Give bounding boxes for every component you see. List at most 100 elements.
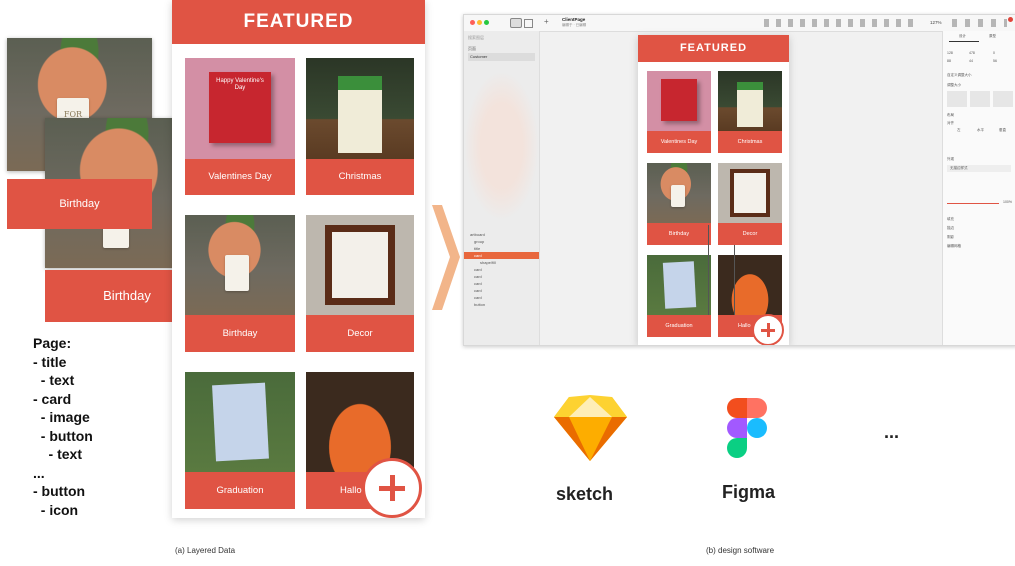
page-item[interactable]: Customer	[468, 53, 535, 61]
exploded-button: Birthday	[7, 179, 152, 229]
zoom-dot-icon[interactable]	[484, 20, 489, 25]
layer-row[interactable]: card	[464, 280, 539, 287]
tree-line: Page:	[33, 335, 72, 351]
card-image-graduation	[185, 372, 295, 472]
artboard-add-fab-icon	[752, 314, 784, 345]
add-icon[interactable]: +	[544, 17, 549, 26]
card-image-valentines: Happy Valentine's Day	[185, 58, 295, 159]
minimize-dot-icon[interactable]	[477, 20, 482, 25]
layer-row[interactable]: shape/fill	[464, 259, 539, 266]
document-title: ClientPage	[562, 17, 586, 22]
christmas-box-art	[737, 81, 763, 127]
layer-search-input[interactable]: 搜索图层	[468, 34, 535, 42]
layer-row[interactable]: artboard	[464, 231, 539, 238]
section-label: 调整大小	[947, 83, 961, 87]
card-button-decor: Decor	[306, 315, 414, 352]
tab-prototype[interactable]: 原型	[989, 34, 996, 39]
layer-row[interactable]: card	[464, 273, 539, 280]
card-button-valentines: Valentines Day	[185, 159, 295, 195]
section-label: 阴影	[947, 235, 954, 239]
zoom-level[interactable]: 127%	[930, 20, 942, 25]
christmas-box-art	[338, 76, 382, 153]
style-input[interactable]: 无描边样式	[947, 165, 1011, 172]
section-label: 描边	[947, 226, 954, 230]
layer-row[interactable]: button	[464, 301, 539, 308]
inspector-field[interactable]: 88	[947, 59, 951, 63]
featured-title-bar: FEATURED	[172, 0, 425, 44]
tab-design[interactable]: 设计	[959, 34, 966, 39]
tree-line: - text	[33, 446, 83, 462]
sketch-logo-icon	[554, 395, 627, 461]
graduation-card-art	[211, 382, 269, 462]
inspector-field[interactable]: 44	[969, 59, 973, 63]
artboard-card-button: Valentines Day	[647, 131, 711, 153]
section-label: 编辑网格	[947, 244, 961, 248]
layer-row[interactable]: card	[464, 266, 539, 273]
caption-a: (a) Layered Data	[175, 546, 236, 555]
toolbar-icons	[764, 19, 919, 27]
tree-line: - icon	[33, 501, 79, 518]
layer-row[interactable]: title	[464, 245, 539, 252]
layer-tree: Page: - title - text - card - image - bu…	[33, 334, 93, 519]
selection-guide	[734, 245, 735, 315]
close-dot-icon[interactable]	[470, 20, 475, 25]
card-image-christmas	[306, 58, 414, 159]
blurred-preview	[464, 71, 539, 221]
card-image-birthday	[185, 215, 295, 315]
layer-row-selected[interactable]: card	[464, 252, 539, 259]
layer-row[interactable]: group	[464, 238, 539, 245]
artboard-card-image	[647, 255, 711, 315]
pages-label: 页面	[468, 46, 476, 51]
artboard-card-button: Decor	[718, 223, 782, 245]
sketch-label: sketch	[556, 484, 614, 504]
tree-line: - button	[33, 427, 93, 444]
figma-logo-icon	[727, 398, 767, 458]
layers-panel: 搜索图层 页面 Customer artboard group title ca…	[464, 31, 540, 345]
canvas-artboard: FEATURED Valentines Day Christmas Birthd…	[638, 35, 789, 345]
align-option[interactable]: 左	[957, 128, 961, 133]
tree-line: - card	[33, 390, 72, 407]
layer-row[interactable]: card	[464, 294, 539, 301]
add-fab-icon	[362, 458, 422, 518]
butterfly-frame-art	[729, 169, 771, 217]
card-button-graduation: Graduation	[185, 472, 295, 509]
opacity-value[interactable]: 100%	[1003, 200, 1012, 204]
inspector-field[interactable]: 56	[993, 59, 997, 63]
arrow-shape	[432, 205, 460, 310]
section-label: 自定义调整大小	[947, 73, 972, 77]
artboard-title-bar: FEATURED	[638, 35, 789, 62]
artboard-card-image	[647, 71, 711, 131]
document-subtitle: 编辑于 · 已编辑	[562, 23, 587, 27]
graduation-card-art	[662, 261, 696, 309]
window-toolbar: + ClientPage 编辑于 · 已编辑 127%	[464, 15, 1015, 32]
plus-v	[389, 475, 395, 501]
toolbar-icons-right	[952, 19, 1007, 27]
sidebar-toggle-icon[interactable]	[510, 18, 522, 28]
layer-list: artboard group title card shape/fill car…	[464, 231, 539, 308]
gift-tag-image-3	[225, 255, 249, 291]
tree-line: - button	[33, 483, 86, 499]
layer-row[interactable]: card	[464, 287, 539, 294]
inspector-field[interactable]: 0	[993, 51, 995, 55]
inspector-field[interactable]: 128	[947, 51, 953, 55]
section-label: 对齐	[947, 121, 954, 125]
design-software-window: + ClientPage 编辑于 · 已编辑 127% 搜索图层 页面 Cust…	[463, 14, 1015, 346]
tree-line: - image	[33, 409, 90, 425]
inspector-field[interactable]: 478	[969, 51, 975, 55]
align-option[interactable]: 水平	[977, 128, 984, 133]
artboard-card-image	[718, 163, 782, 223]
resize-widgets	[947, 91, 1013, 107]
artboard-card-image	[718, 71, 782, 131]
notification-badge	[1008, 17, 1013, 22]
section-label: 外观	[947, 157, 954, 161]
opacity-slider[interactable]	[947, 203, 999, 204]
caption-b: (b) design software	[706, 546, 775, 555]
align-option[interactable]: 垂直	[999, 128, 1006, 133]
butterfly-frame-art	[325, 225, 395, 305]
grid-view-icon[interactable]	[524, 19, 533, 28]
section-label: 填充	[947, 217, 954, 221]
card-image-halloween	[306, 372, 414, 472]
artboard-card-image	[647, 163, 711, 223]
tab-underline	[949, 41, 979, 42]
card-button-christmas: Christmas	[306, 159, 414, 195]
